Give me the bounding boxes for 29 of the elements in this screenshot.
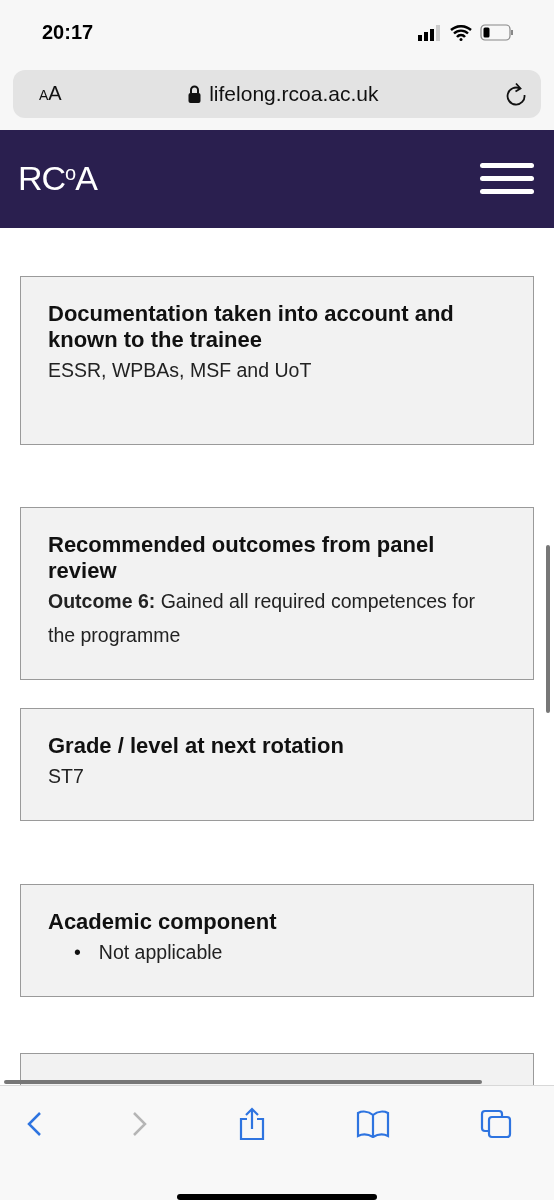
wifi-icon [450, 24, 472, 41]
card-title: Academic component [48, 908, 278, 935]
bookmarks-button[interactable] [356, 1110, 390, 1138]
forward-icon [132, 1111, 148, 1137]
back-button[interactable] [26, 1111, 42, 1137]
signal-icon [418, 24, 442, 41]
share-icon [238, 1107, 266, 1141]
list-item: Not applicable [98, 939, 223, 965]
text-size-button[interactable]: AA [39, 82, 62, 106]
battery-icon [480, 24, 514, 42]
card-text: Outcome 6: Gained all required competences for the programme [48, 588, 477, 648]
card-title: Grade / level at next rotation [48, 732, 345, 759]
tabs-button[interactable] [480, 1109, 512, 1139]
card-title: Documentation taken into account and known to the trainee [48, 300, 455, 353]
logo[interactable]: RC$^{o}$A [18, 159, 97, 199]
share-button[interactable] [238, 1107, 266, 1141]
card-text: ESSR, WPBAs, MSF and UoT [48, 357, 313, 383]
address-bar[interactable]: AA lifelong.rcoa.ac.uk [13, 69, 541, 118]
tabs-icon [480, 1109, 512, 1139]
menu-button[interactable] [480, 163, 534, 195]
back-icon [26, 1111, 42, 1137]
card-title: Recommended outcomes from panel review [48, 531, 436, 584]
card-text: ST7 [48, 763, 85, 789]
bullet: • [74, 939, 81, 965]
reload-icon[interactable] [505, 81, 527, 106]
url-text: lifelong.rcoa.ac.uk [209, 81, 379, 106]
lock-icon [188, 84, 202, 103]
book-icon [356, 1110, 390, 1138]
status-time: 20:17 [42, 21, 94, 45]
